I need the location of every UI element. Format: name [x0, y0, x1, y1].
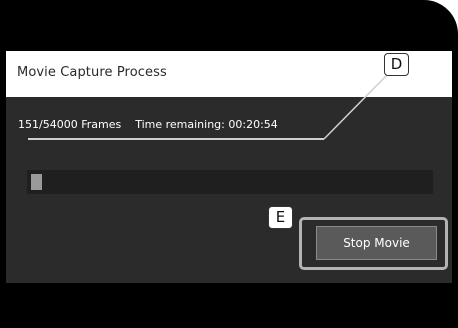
dialog-title: Movie Capture Process [17, 65, 167, 80]
callout-label-e: E [268, 206, 293, 229]
frames-count: 151/54000 Frames [18, 118, 122, 131]
capture-progress-fill [31, 174, 42, 190]
status-underline [28, 138, 324, 140]
capture-status: 151/54000 Frames Time remaining: 00:20:54 [18, 118, 278, 131]
stop-movie-button[interactable]: Stop Movie [316, 226, 437, 260]
time-remaining: Time remaining: 00:20:54 [135, 118, 278, 131]
callout-label-d: D [384, 53, 409, 76]
capture-progress-bar [27, 170, 433, 194]
